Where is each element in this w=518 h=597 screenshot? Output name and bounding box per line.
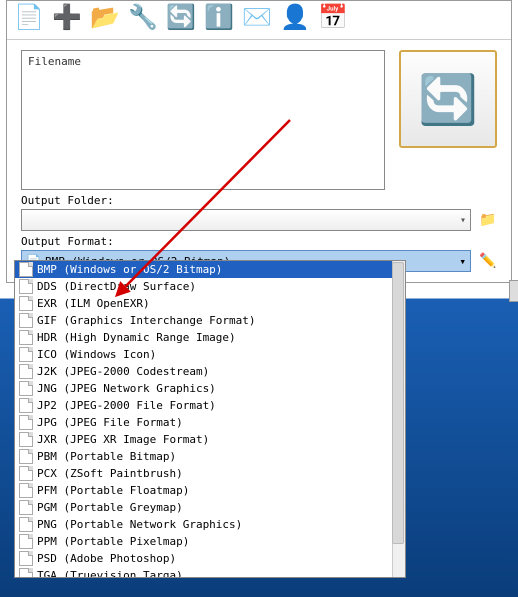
scrollbar-thumb[interactable] [392,262,404,544]
output-folder-label: Output Folder: [21,194,497,207]
document-icon [19,466,33,481]
browse-folder-button[interactable]: 📁 [479,211,497,229]
format-option-label: JXR (JPEG XR Image Format) [37,433,209,446]
format-option-label: BMP (Windows or OS/2 Bitmap) [37,263,222,276]
format-dropdown-list[interactable]: BMP (Windows or OS/2 Bitmap) DDS (DirectD… [14,260,406,578]
format-option[interactable]: ICO (Windows Icon) [15,346,405,363]
format-option[interactable]: PSD (Adobe Photoshop) [15,550,405,567]
document-icon [19,330,33,345]
document-icon [19,398,33,413]
mail-button[interactable]: ✉️ [239,3,275,33]
document-icon [19,364,33,379]
format-option-label: GIF (Graphics Interchange Format) [37,314,256,327]
document-icon [19,415,33,430]
format-option[interactable]: EXR (ILM OpenEXR) [15,295,405,312]
document-icon [19,568,33,578]
format-option[interactable]: J2K (JPEG-2000 Codestream) [15,363,405,380]
file-list[interactable]: Filename [21,50,385,190]
format-option[interactable]: PFM (Portable Floatmap) [15,482,405,499]
calendar-button[interactable]: 📅 [315,3,351,33]
document-icon [19,551,33,566]
format-option[interactable]: JNG (JPEG Network Graphics) [15,380,405,397]
format-option-label: JP2 (JPEG-2000 File Format) [37,399,216,412]
document-icon [19,313,33,328]
format-option-label: PPM (Portable Pixelmap) [37,535,189,548]
document-icon [19,449,33,464]
file-list-header: Filename [28,55,81,68]
format-option[interactable]: PNG (Portable Network Graphics) [15,516,405,533]
format-option-label: ICO (Windows Icon) [37,348,156,361]
document-icon [19,534,33,549]
settings-button[interactable]: 🔧 [125,3,161,33]
format-option-label: JNG (JPEG Network Graphics) [37,382,216,395]
output-format-label: Output Format: [21,235,497,248]
refresh-button[interactable]: 🔄 [163,3,199,33]
format-option-label: PSD (Adobe Photoshop) [37,552,176,565]
app-window: 📄 ➕ 📂 🔧 🔄 ℹ️ ✉️ 👤 📅 Filename 🔄 Output Fo… [6,0,512,283]
format-option-label: PCX (ZSoft Paintbrush) [37,467,183,480]
info-button[interactable]: ℹ️ [201,3,237,33]
format-option[interactable]: PBM (Portable Bitmap) [15,448,405,465]
scrollbar-track[interactable] [392,261,405,577]
format-option-label: PGM (Portable Greymap) [37,501,183,514]
convert-button[interactable]: 🔄 [399,50,497,148]
format-option[interactable]: BMP (Windows or OS/2 Bitmap) [15,261,405,278]
user-button[interactable]: 👤 [277,3,313,33]
document-icon [19,483,33,498]
edit-format-button[interactable]: ✏️ [479,252,497,270]
format-option[interactable]: PPM (Portable Pixelmap) [15,533,405,550]
convert-icon: 🔄 [418,71,478,128]
document-icon [19,432,33,447]
format-option-label: PBM (Portable Bitmap) [37,450,176,463]
format-option[interactable]: DDS (DirectDraw Surface) [15,278,405,295]
format-option[interactable]: JP2 (JPEG-2000 File Format) [15,397,405,414]
document-icon [19,296,33,311]
new-file-button[interactable]: 📄 [11,3,47,33]
format-option-label: J2K (JPEG-2000 Codestream) [37,365,209,378]
document-icon [19,347,33,362]
document-icon [19,500,33,515]
add-button[interactable]: ➕ [49,3,85,33]
format-option[interactable]: GIF (Graphics Interchange Format) [15,312,405,329]
format-option-label: EXR (ILM OpenEXR) [37,297,150,310]
format-option-label: DDS (DirectDraw Surface) [37,280,196,293]
side-tab[interactable] [509,280,518,302]
format-option[interactable]: PCX (ZSoft Paintbrush) [15,465,405,482]
format-option[interactable]: HDR (High Dynamic Range Image) [15,329,405,346]
document-icon [19,279,33,294]
format-option[interactable]: PGM (Portable Greymap) [15,499,405,516]
format-option-label: PFM (Portable Floatmap) [37,484,189,497]
format-option[interactable]: TGA (Truevision Targa) [15,567,405,578]
format-option[interactable]: JXR (JPEG XR Image Format) [15,431,405,448]
format-option[interactable]: JPG (JPEG File Format) [15,414,405,431]
document-icon [19,381,33,396]
open-folder-button[interactable]: 📂 [87,3,123,33]
format-option-label: PNG (Portable Network Graphics) [37,518,242,531]
output-folder-select[interactable]: ▾ [21,209,471,231]
format-option-label: TGA (Truevision Targa) [37,569,183,578]
format-option-label: JPG (JPEG File Format) [37,416,183,429]
document-icon [19,517,33,532]
document-icon [19,262,33,277]
format-option-label: HDR (High Dynamic Range Image) [37,331,236,344]
toolbar: 📄 ➕ 📂 🔧 🔄 ℹ️ ✉️ 👤 📅 [7,1,511,40]
chevron-down-icon: ▾ [459,255,466,268]
